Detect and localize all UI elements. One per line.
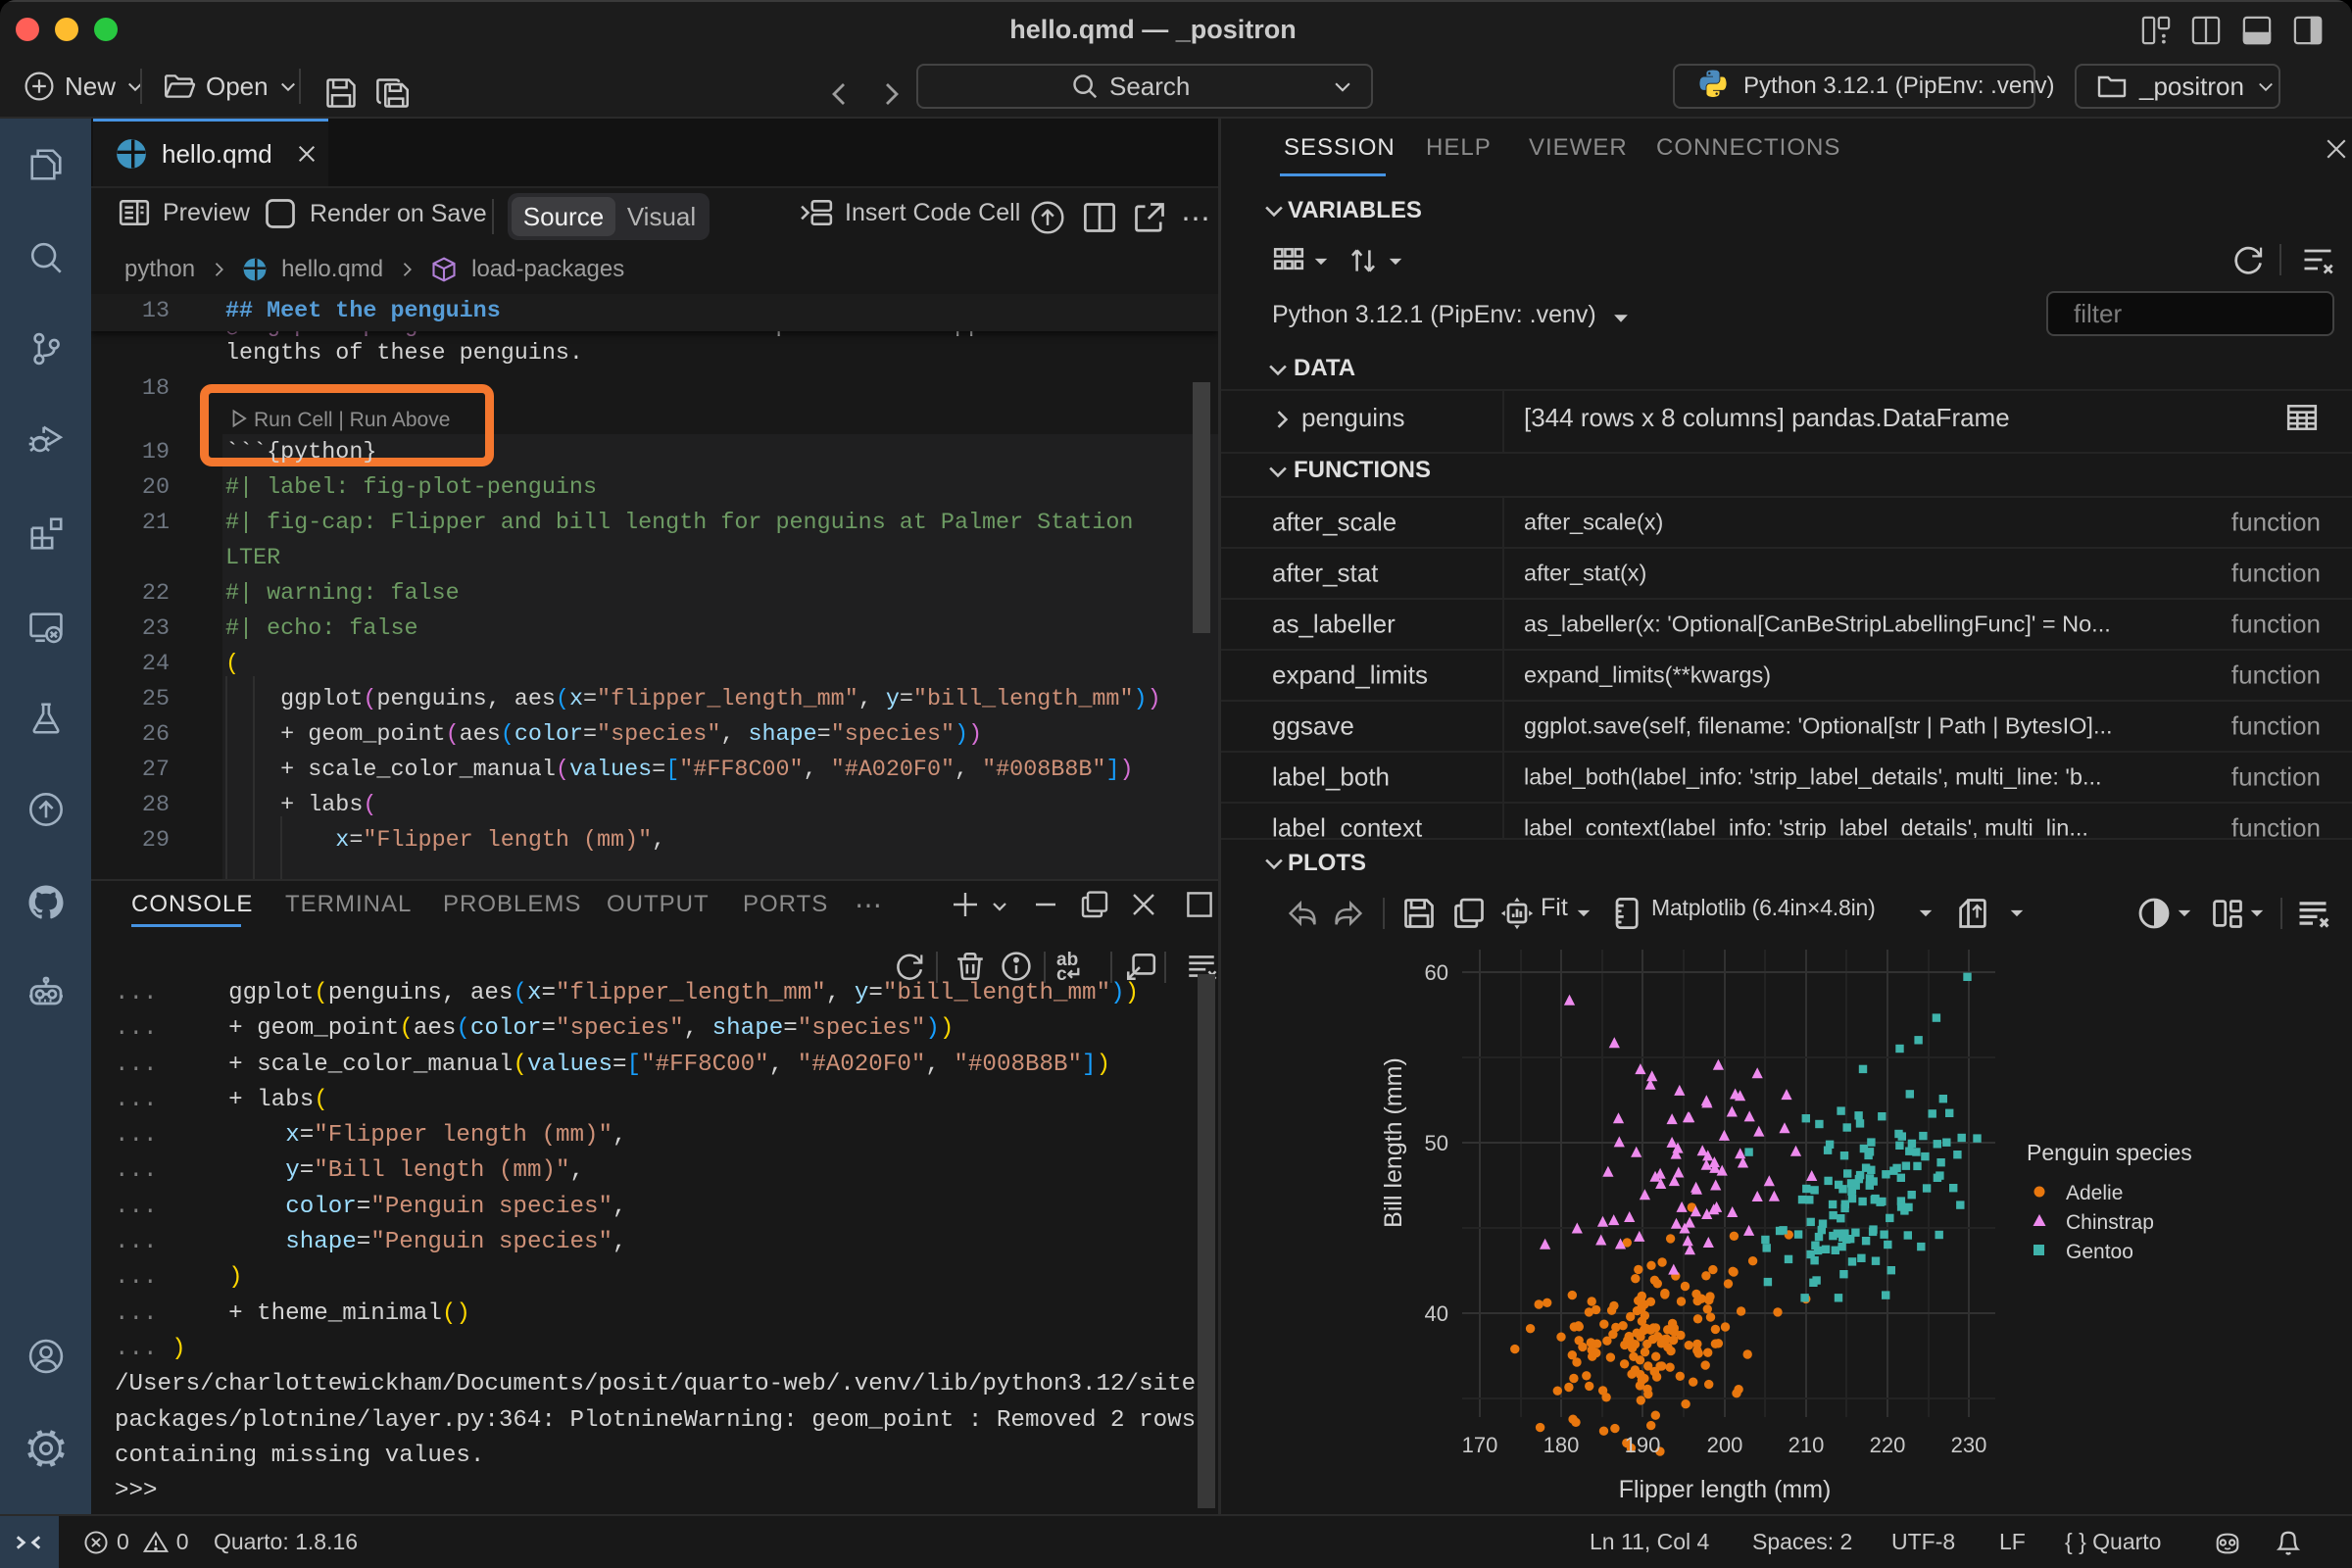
svg-text:180: 180: [1544, 1433, 1580, 1457]
svg-text:Penguin species: Penguin species: [2027, 1140, 2192, 1165]
svg-text:50: 50: [1425, 1131, 1448, 1155]
svg-text:170: 170: [1462, 1433, 1498, 1457]
svg-text:Adelie: Adelie: [2066, 1182, 2123, 1204]
svg-text:Gentoo: Gentoo: [2066, 1241, 2133, 1263]
svg-text:60: 60: [1425, 960, 1448, 985]
svg-text:Bill length (mm): Bill length (mm): [1380, 1057, 1407, 1228]
svg-text:210: 210: [1788, 1433, 1825, 1457]
svg-text:Flipper length (mm): Flipper length (mm): [1619, 1476, 1832, 1503]
svg-text:190: 190: [1625, 1433, 1661, 1457]
svg-text:200: 200: [1707, 1433, 1743, 1457]
svg-text:40: 40: [1425, 1301, 1448, 1326]
svg-text:Chinstrap: Chinstrap: [2066, 1211, 2154, 1234]
svg-text:230: 230: [1951, 1433, 1987, 1457]
svg-text:220: 220: [1870, 1433, 1906, 1457]
